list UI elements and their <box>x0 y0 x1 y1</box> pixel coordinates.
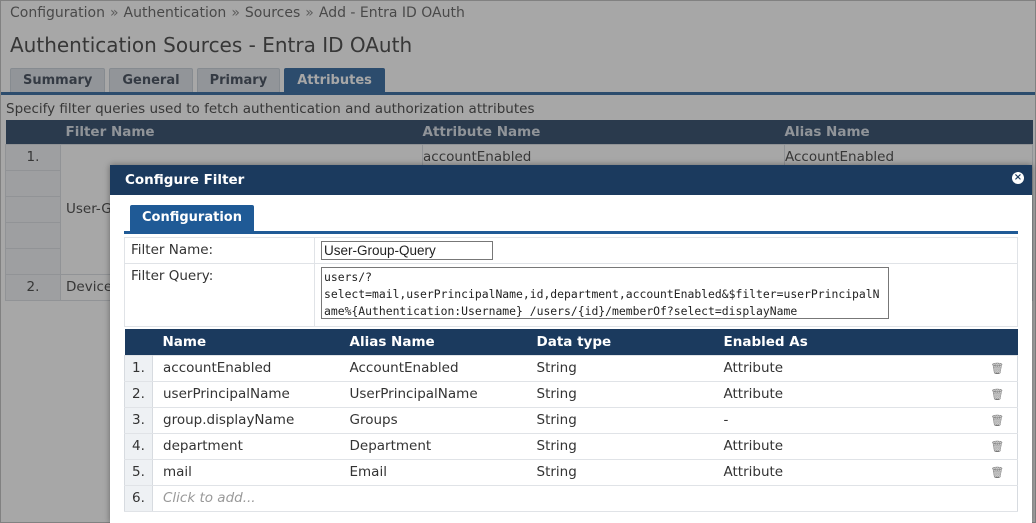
delete-cell: 🗑 <box>977 380 1018 408</box>
alias-cell[interactable]: AccountEnabled <box>339 354 527 382</box>
delete-cell: 🗑 <box>977 458 1018 486</box>
alias-cell[interactable]: UserPrincipalName <box>339 380 527 408</box>
delete-cell: 🗑 <box>977 354 1018 382</box>
enabled-as-cell[interactable]: Attribute <box>713 354 978 382</box>
row-number: 1. <box>124 354 153 382</box>
type-cell[interactable]: String <box>526 458 714 486</box>
filter-name-row: Filter Name: <box>124 237 1018 264</box>
trash-icon[interactable]: 🗑 <box>990 414 1004 427</box>
name-cell[interactable]: group.displayName <box>152 406 340 434</box>
table-row[interactable]: 1. accountEnabled AccountEnabled String … <box>124 354 1018 382</box>
filter-name-input[interactable] <box>321 241 493 260</box>
tab-configuration[interactable]: Configuration <box>130 205 254 231</box>
name-cell[interactable]: department <box>152 432 340 460</box>
table-header-row: Name Alias Name Data type Enabled As <box>124 329 1018 355</box>
dialog-tab-underline <box>124 231 1018 234</box>
trash-icon[interactable]: 🗑 <box>990 362 1004 375</box>
filter-attributes-table: Name Alias Name Data type Enabled As 1. … <box>124 329 1018 512</box>
table-row[interactable]: 4. department Department String Attribut… <box>124 432 1018 460</box>
enabled-as-cell[interactable]: Attribute <box>713 380 978 408</box>
name-cell[interactable]: accountEnabled <box>152 354 340 382</box>
col-enabled-as: Enabled As <box>713 329 978 355</box>
trash-icon[interactable]: 🗑 <box>990 440 1004 453</box>
configure-filter-dialog: Configure Filter × Configuration Filter … <box>110 165 1032 523</box>
table-row[interactable]: 3. group.displayName Groups String - 🗑 <box>124 406 1018 434</box>
col-num <box>124 329 153 355</box>
col-name: Name <box>152 329 340 355</box>
type-cell[interactable]: String <box>526 432 714 460</box>
name-cell[interactable]: userPrincipalName <box>152 380 340 408</box>
empty-cell <box>526 484 714 512</box>
alias-cell[interactable]: Email <box>339 458 527 486</box>
filter-query-textarea[interactable]: users/? select=mail,userPrincipalName,id… <box>321 267 889 319</box>
row-number: 3. <box>124 406 153 434</box>
trash-icon[interactable]: 🗑 <box>990 388 1004 401</box>
empty-cell <box>713 484 978 512</box>
dialog-header: Configure Filter × <box>110 165 1032 195</box>
col-actions <box>977 329 1018 355</box>
filter-form: Filter Name: Filter Query: users/? selec… <box>124 237 1018 327</box>
enabled-as-cell[interactable]: Attribute <box>713 432 978 460</box>
alias-cell[interactable]: Groups <box>339 406 527 434</box>
row-number: 6. <box>124 484 153 512</box>
dialog-title: Configure Filter <box>125 172 245 188</box>
click-to-add[interactable]: Click to add... <box>152 484 340 512</box>
delete-cell: 🗑 <box>977 406 1018 434</box>
filter-query-cell: users/? select=mail,userPrincipalName,id… <box>314 263 1018 327</box>
row-number: 5. <box>124 458 153 486</box>
enabled-as-cell[interactable]: Attribute <box>713 458 978 486</box>
filter-query-row: Filter Query: users/? select=mail,userPr… <box>124 263 1018 327</box>
table-row[interactable]: 5. mail Email String Attribute 🗑 <box>124 458 1018 486</box>
enabled-as-cell[interactable]: - <box>713 406 978 434</box>
close-icon[interactable]: × <box>1012 172 1024 184</box>
type-cell[interactable]: String <box>526 406 714 434</box>
table-row[interactable]: 2. userPrincipalName UserPrincipalName S… <box>124 380 1018 408</box>
name-cell[interactable]: mail <box>152 458 340 486</box>
filter-name-label: Filter Name: <box>124 237 315 264</box>
empty-cell <box>977 484 1018 512</box>
row-number: 4. <box>124 432 153 460</box>
alias-cell[interactable]: Department <box>339 432 527 460</box>
filter-query-label: Filter Query: <box>124 263 315 327</box>
col-alias-name: Alias Name <box>339 329 527 355</box>
delete-cell: 🗑 <box>977 432 1018 460</box>
dialog-tab-bar: Configuration <box>130 205 254 231</box>
col-data-type: Data type <box>526 329 714 355</box>
filter-name-cell <box>314 237 1018 264</box>
add-row[interactable]: 6. Click to add... <box>124 484 1018 512</box>
type-cell[interactable]: String <box>526 354 714 382</box>
row-number: 2. <box>124 380 153 408</box>
empty-cell <box>339 484 527 512</box>
trash-icon[interactable]: 🗑 <box>990 466 1004 479</box>
type-cell[interactable]: String <box>526 380 714 408</box>
